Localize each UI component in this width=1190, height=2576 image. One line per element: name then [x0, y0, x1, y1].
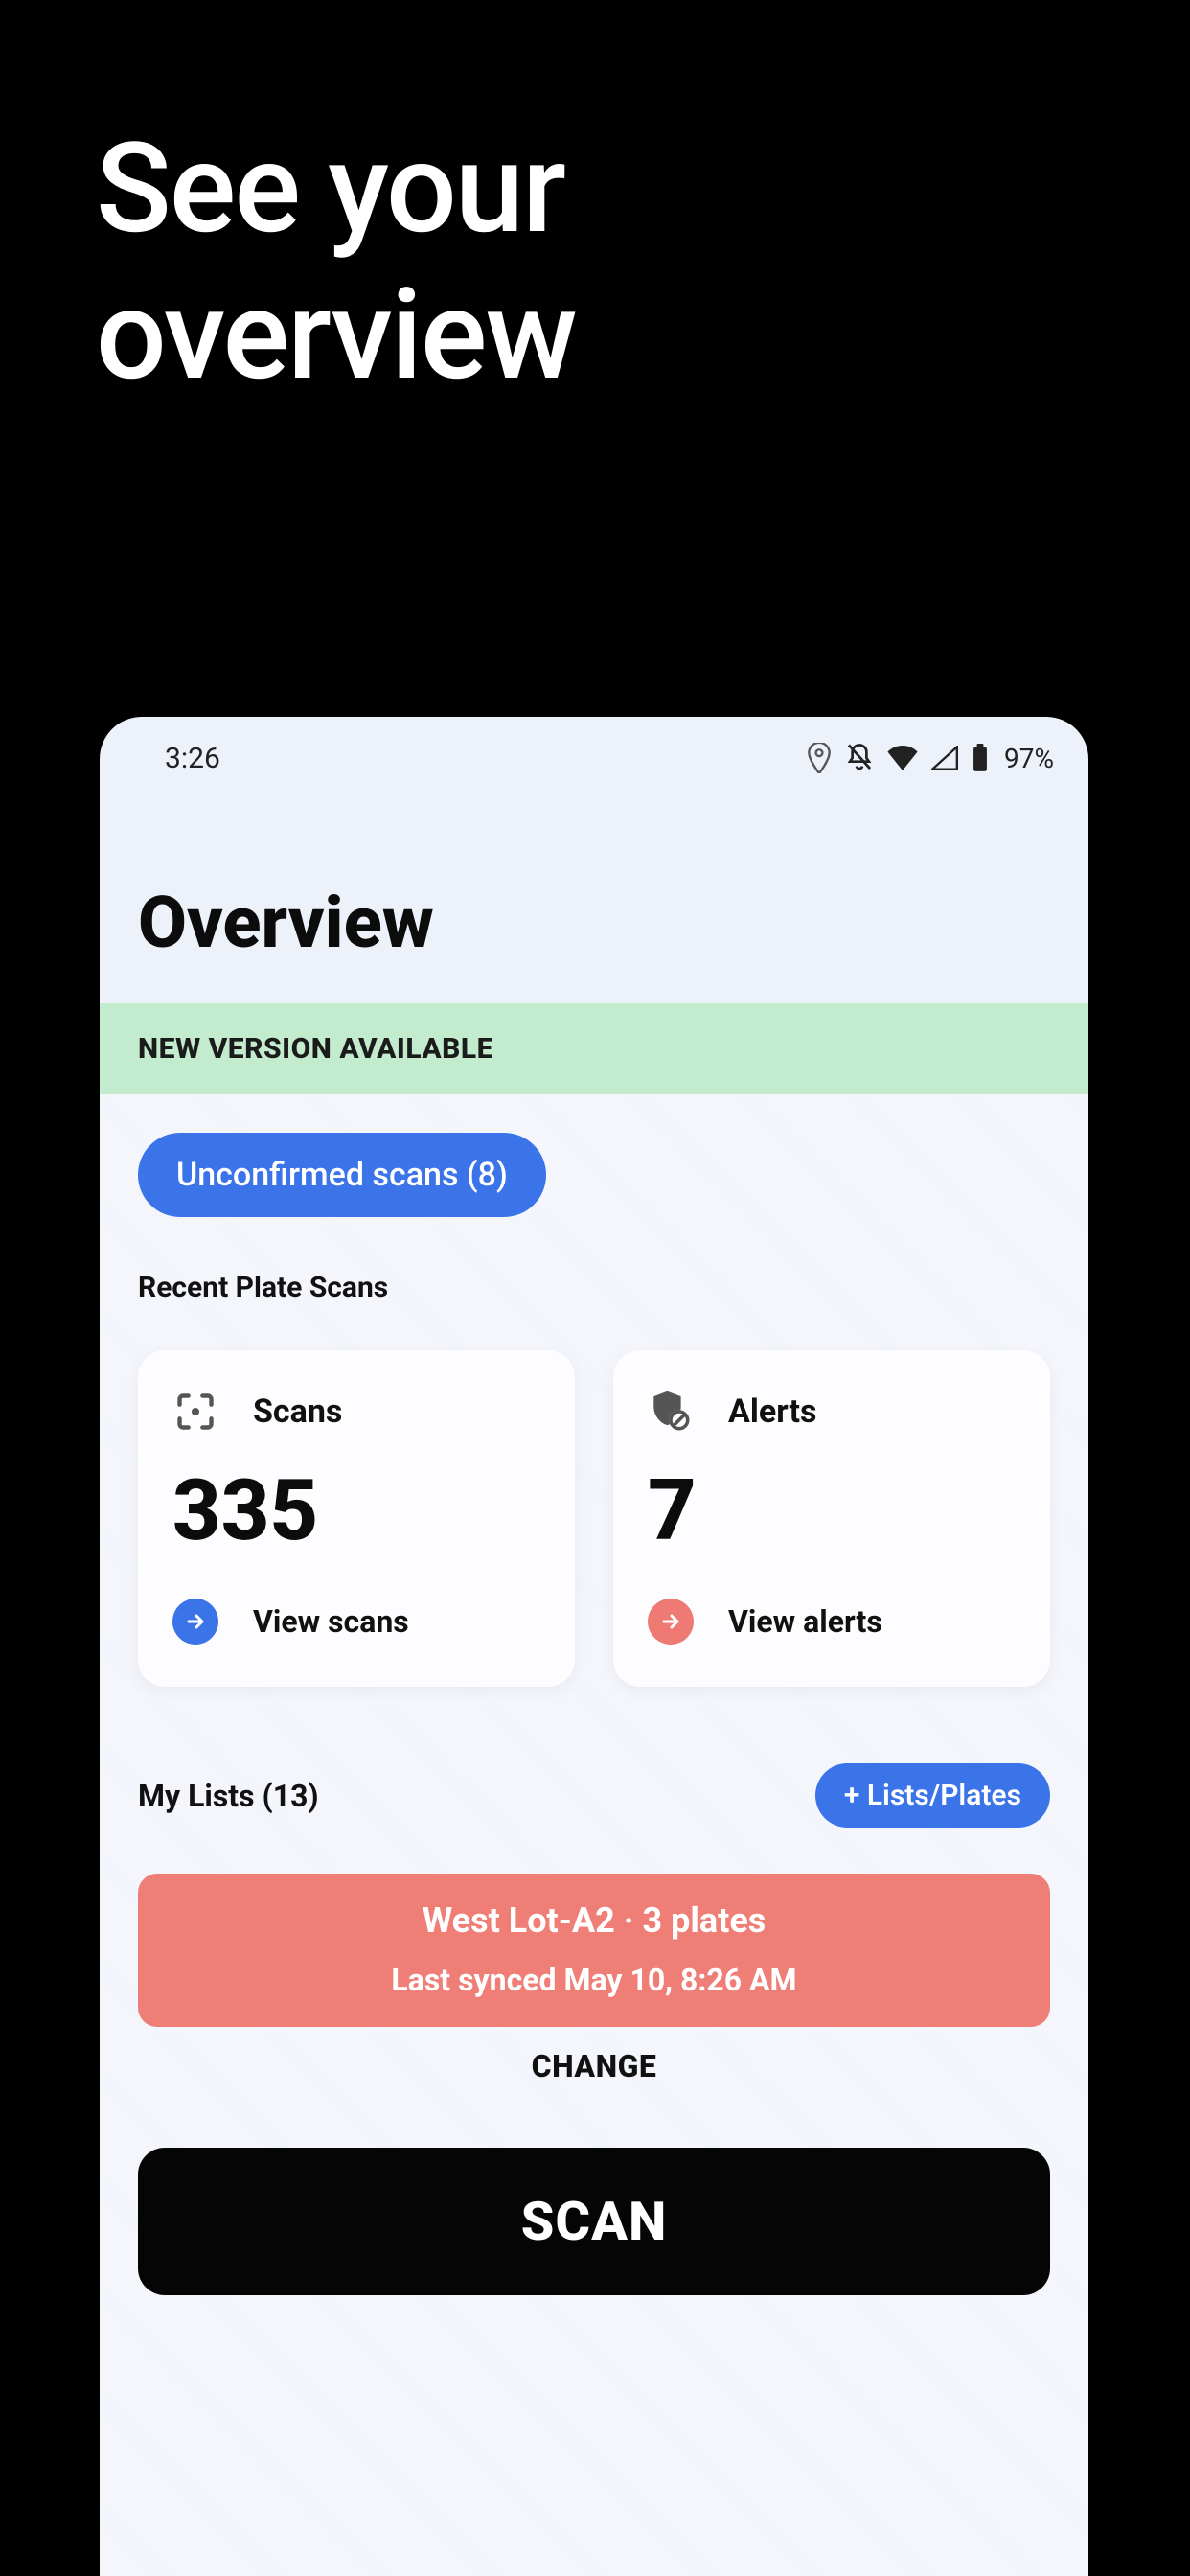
scans-card[interactable]: Scans 335 View scans: [138, 1350, 575, 1687]
status-icons: 97%: [807, 743, 1054, 774]
promo-line2: overview: [96, 262, 576, 408]
battery-percentage: 97%: [1004, 743, 1054, 774]
scan-button[interactable]: SCAN: [138, 2148, 1050, 2295]
active-lot-subtitle: Last synced May 10, 8:26 AM: [157, 1962, 1031, 1998]
active-lot-title: West Lot-A2 · 3 plates: [157, 1900, 1031, 1941]
view-alerts-text: View alerts: [728, 1603, 882, 1640]
promo-line1: See your: [96, 115, 576, 262]
scans-card-title: Scans: [253, 1392, 342, 1431]
alerts-card-title: Alerts: [728, 1392, 816, 1431]
scan-button-label: SCAN: [521, 2190, 668, 2253]
wifi-icon: [887, 746, 918, 770]
view-scans-link[interactable]: View scans: [172, 1598, 540, 1644]
alerts-card-head: Alerts: [648, 1389, 1016, 1435]
status-time: 3:26: [165, 742, 220, 775]
view-scans-text: View scans: [253, 1603, 409, 1640]
update-banner-text: NEW VERSION AVAILABLE: [138, 1032, 493, 1066]
change-lot-button[interactable]: CHANGE: [138, 2048, 1050, 2084]
content-area: Unconfirmed scans (8) Recent Plate Scans…: [100, 1094, 1088, 2576]
add-lists-plates-button[interactable]: + Lists/Plates: [815, 1763, 1050, 1828]
my-lists-label: My Lists (13): [138, 1778, 319, 1814]
alerts-card[interactable]: Alerts 7 View alerts: [613, 1350, 1050, 1687]
recent-scans-label: Recent Plate Scans: [138, 1271, 1050, 1304]
shield-block-icon: [648, 1389, 694, 1435]
scan-target-icon: [172, 1389, 218, 1435]
change-lot-label: CHANGE: [532, 2048, 657, 2084]
unconfirmed-scans-label: Unconfirmed scans (8): [176, 1156, 508, 1194]
update-banner[interactable]: NEW VERSION AVAILABLE: [100, 1003, 1088, 1094]
page-title: Overview: [100, 778, 1088, 1003]
my-lists-row: My Lists (13) + Lists/Plates: [138, 1763, 1050, 1828]
battery-icon: [972, 744, 989, 772]
notifications-off-icon: [845, 743, 874, 773]
active-lot-card[interactable]: West Lot-A2 · 3 plates Last synced May 1…: [138, 1874, 1050, 2027]
promo-headline: See your overview: [96, 115, 576, 409]
location-icon: [807, 743, 832, 773]
signal-icon: [931, 746, 958, 770]
unconfirmed-scans-chip[interactable]: Unconfirmed scans (8): [138, 1133, 546, 1217]
alerts-card-value: 7: [648, 1461, 1016, 1560]
arrow-right-icon: [648, 1598, 694, 1644]
scans-card-head: Scans: [172, 1389, 540, 1435]
arrow-right-icon: [172, 1598, 218, 1644]
add-lists-plates-label: + Lists/Plates: [844, 1779, 1021, 1812]
scans-card-value: 335: [172, 1461, 540, 1560]
view-alerts-link[interactable]: View alerts: [648, 1598, 1016, 1644]
status-bar: 3:26: [100, 717, 1088, 778]
phone-frame: 3:26: [100, 717, 1088, 2576]
stat-cards: Scans 335 View scans: [138, 1350, 1050, 1687]
